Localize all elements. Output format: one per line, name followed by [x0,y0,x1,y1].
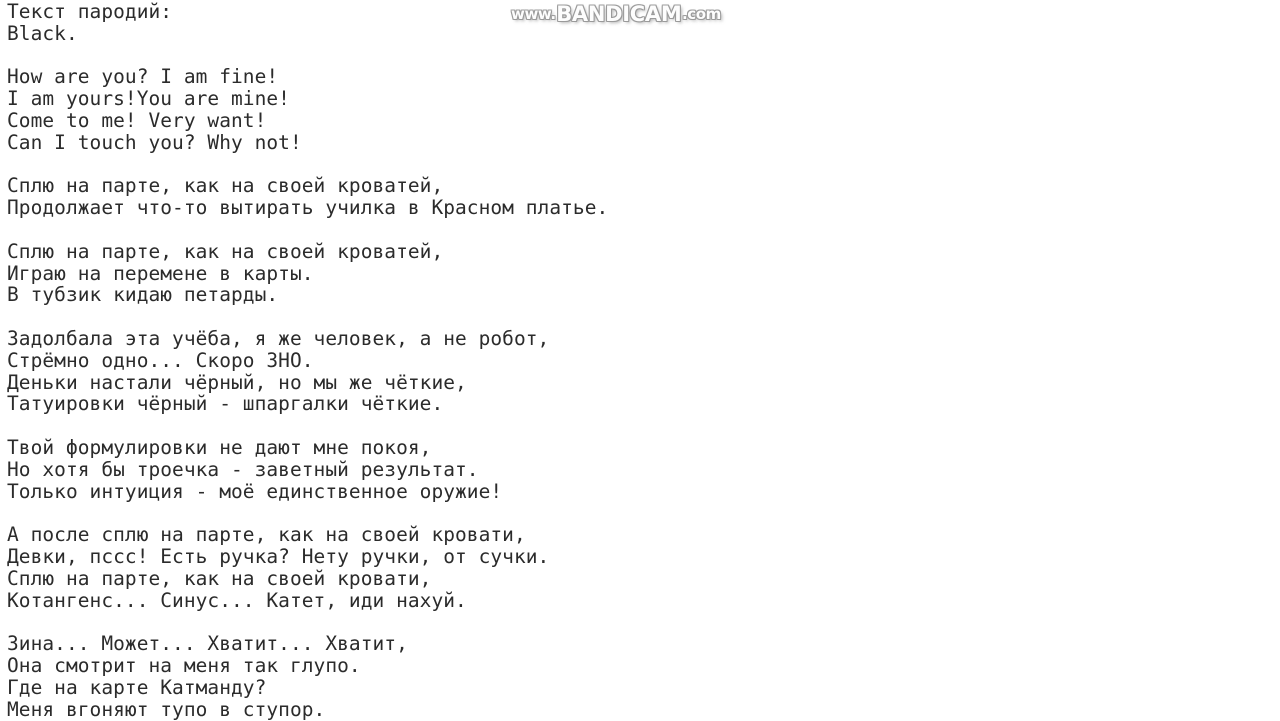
lyric-line: Она смотрит на меня так глупо. [7,653,361,677]
lyric-line-blank [7,611,1272,633]
lyric-line: Black. [7,21,78,45]
lyrics-page-surface: Текст пародий: Black. How are you? I am f… [0,0,1280,720]
lyric-line-blank [7,45,1272,67]
lyric-line: А после сплю на парте, как на своей кров… [7,523,526,547]
lyric-line: Твой формулировки не дают мне покоя, [7,435,432,459]
lyric-line: Зина... Может... Хватит... Хватит, [7,632,408,656]
lyric-line: Меня вгоняют тупо в ступор. [7,697,326,721]
lyric-line: Играю на перемене в карты. [7,261,314,285]
lyric-line: В тубзик кидаю петарды. [7,283,279,307]
lyric-line: I am yours!You are mine! [7,87,290,111]
lyric-line: Сплю на парте, как на своей кроватей, [7,239,444,263]
lyric-line-blank [7,306,1272,328]
lyric-line-blank [7,219,1272,241]
lyric-line: Can I touch you? Why not! [7,130,302,154]
lyric-line: Девки, пссс! Есть ручка? Нету ручки, от … [7,544,550,568]
lyric-line-blank [7,502,1272,524]
lyric-line-blank [7,415,1272,437]
lyrics-text-block: Текст пародий: Black. How are you? I am f… [7,1,1272,720]
lyric-line: Татуировки чёрный - шпаргалки чёткие. [7,392,444,416]
lyric-line: Деньки настали чёрный, но мы же чёткие, [7,370,467,394]
lyric-line: Но хотя бы троечка - заветный результат. [7,457,479,481]
lyric-line: Текст пародий: [7,0,173,23]
lyric-line: Сплю на парте, как на своей кроватей, [7,174,444,198]
lyric-line: Сплю на парте, как на своей кровати, [7,566,432,590]
lyric-line: How are you? I am fine! [7,65,279,89]
lyric-line: Come to me! Very want! [7,108,267,132]
lyric-line: Задолбала эта учёба, я же человек, а не … [7,326,550,350]
lyric-line: Продолжает что-то вытирать училка в Крас… [7,196,609,220]
lyric-line-blank [7,154,1272,176]
lyric-line: Стрёмно одно... Скоро ЗНО. [7,348,314,372]
lyric-line: Котангенс... Синус... Катет, иди нахуй. [7,588,467,612]
lyric-line: Только интуиция - моё единственное оружи… [7,479,503,503]
lyric-line: Где на карте Катманду? [7,675,267,699]
